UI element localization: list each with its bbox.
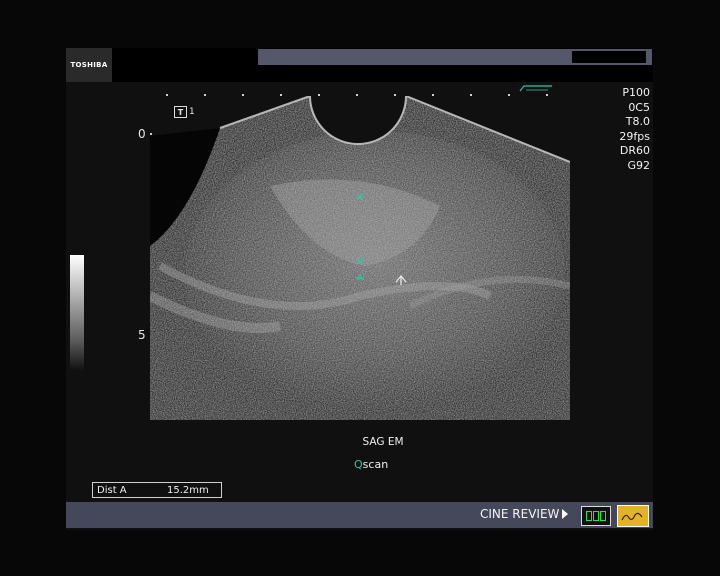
cine-loop-button[interactable] bbox=[581, 506, 611, 526]
measurement-readout: Dist A 15.2mm bbox=[92, 482, 222, 498]
frame-icon bbox=[600, 511, 606, 521]
frame-icon bbox=[593, 511, 599, 521]
mode-label-q: Q bbox=[354, 458, 363, 471]
frame-icon bbox=[586, 511, 592, 521]
depth-label-top: 0 bbox=[138, 127, 146, 141]
view-label: SAG EM bbox=[362, 436, 404, 448]
svg-text:A: A bbox=[357, 273, 363, 282]
measurement-value: 15.2mm bbox=[167, 484, 209, 496]
imaging-parameters: P100 0C5 T8.0 29fps DR60 G92 bbox=[619, 86, 650, 173]
param-frame-rate: 29fps bbox=[619, 129, 650, 143]
depth-label-mid: 5 bbox=[138, 328, 146, 342]
measurement-label: Dist A bbox=[97, 484, 127, 496]
mode-label: Qscan bbox=[354, 458, 388, 471]
signature-icon bbox=[621, 512, 643, 521]
param-gain: G92 bbox=[627, 158, 650, 172]
param-probe: 0C5 bbox=[628, 100, 650, 114]
param-frequency: T8.0 bbox=[625, 115, 650, 128]
ultrasound-image: A bbox=[150, 96, 570, 420]
cine-review-control[interactable]: CINE REVIEW bbox=[480, 507, 569, 521]
annotation-button[interactable] bbox=[617, 505, 649, 527]
cine-review-label: CINE REVIEW bbox=[480, 507, 560, 521]
param-dynamic-range: DR60 bbox=[619, 144, 650, 157]
mode-label-rest: scan bbox=[362, 458, 389, 471]
probe-orientation-icon bbox=[519, 85, 552, 92]
play-icon bbox=[562, 509, 569, 519]
param-power: P100 bbox=[622, 86, 650, 99]
brand-logo: TOSHIBA bbox=[66, 48, 112, 82]
grayscale-bar bbox=[70, 255, 84, 370]
redacted-info bbox=[572, 51, 646, 63]
